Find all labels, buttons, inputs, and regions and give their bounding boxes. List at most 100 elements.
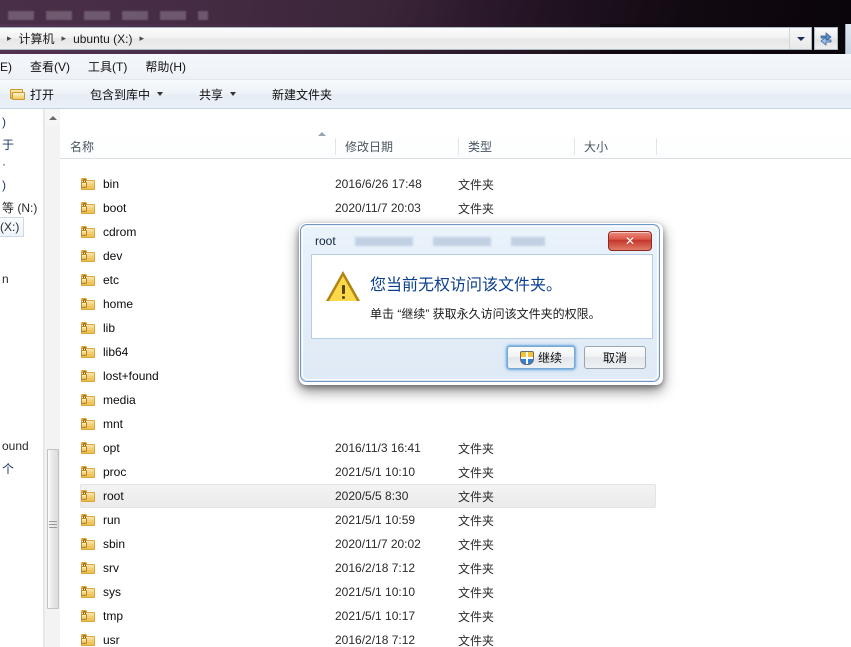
nav-item-4[interactable]: ) [2, 178, 6, 192]
cell-modified-date: 2021/5/1 10:17 [335, 609, 416, 623]
toolbar-open-button[interactable]: 打开 [0, 83, 64, 106]
file-name-label: proc [103, 465, 127, 479]
table-row[interactable]: tmp 2021/5/1 10:17 文件夹 [60, 604, 851, 628]
file-name-label: media [103, 393, 136, 407]
cell-type: 文件夹 [458, 561, 495, 576]
column-header-type[interactable]: 类型 [458, 134, 492, 158]
continue-button[interactable]: 继续 [507, 346, 575, 369]
column-divider-4[interactable] [656, 138, 657, 155]
file-name-label: home [103, 297, 134, 311]
cell-name: mnt [80, 416, 123, 432]
file-name-label: etc [103, 273, 120, 287]
file-name-label: tmp [103, 609, 124, 623]
scrollbar-thumb[interactable] [47, 449, 59, 609]
scrollbar-grip-icon [49, 521, 57, 528]
toolbar-new-folder-label: 新建文件夹 [272, 87, 333, 102]
column-divider-1[interactable] [335, 138, 336, 155]
column-header-name[interactable]: 名称 [60, 134, 94, 158]
cell-modified-date: 2020/5/5 8:30 [335, 489, 409, 503]
file-name-label: sbin [103, 537, 126, 551]
menu-item-help[interactable]: 帮助(H) [136, 55, 195, 78]
chevron-down-icon[interactable] [789, 28, 811, 49]
refresh-button[interactable] [814, 27, 838, 50]
cell-modified-date: 2020/11/7 20:03 [335, 201, 421, 215]
cell-name: proc [80, 464, 126, 480]
file-name-label: cdrom [103, 225, 137, 239]
column-header-date[interactable]: 修改日期 [335, 134, 393, 158]
cell-type: 文件夹 [458, 201, 495, 216]
cell-type: 文件夹 [458, 465, 495, 480]
screen: ▸ 计算机 ▸ ubuntu (X:) ▸ E) 查看(V) 工具(T) 帮助(… [0, 0, 851, 647]
file-name-label: srv [103, 561, 119, 575]
column-header-row: 名称 修改日期 类型 大小 [60, 134, 851, 159]
navigation-pane[interactable]: ) 于 · ) 等 (N:) (X:) n ound 个 [0, 109, 44, 647]
cell-name: root [80, 488, 124, 504]
table-row[interactable]: boot 2020/11/7 20:03 文件夹 [60, 196, 851, 220]
cell-modified-date: 2016/6/26 17:48 [335, 177, 422, 191]
table-row[interactable]: media [60, 388, 851, 412]
locked-folder-icon [80, 464, 96, 480]
close-icon[interactable]: ✕ [608, 231, 652, 251]
file-name-label: sys [103, 585, 121, 599]
menu-bar: E) 查看(V) 工具(T) 帮助(H) [0, 54, 851, 80]
locked-folder-icon [80, 632, 96, 647]
continue-button-label: 继续 [537, 351, 562, 365]
nav-item-2[interactable]: 于 [2, 136, 14, 153]
locked-folder-icon [80, 488, 96, 504]
cell-name: dev [80, 248, 122, 264]
cell-type: 文件夹 [458, 609, 495, 624]
table-row[interactable]: mnt [60, 412, 851, 436]
nav-item-1[interactable]: ) [2, 115, 6, 129]
toolbar-include-in-library-button[interactable]: 包含到库中 [80, 83, 173, 106]
table-row[interactable]: sbin 2020/11/7 20:02 文件夹 [60, 532, 851, 556]
column-divider-3[interactable] [574, 138, 575, 155]
toolbar-new-folder-button[interactable]: 新建文件夹 [262, 83, 342, 106]
breadcrumb-separator-1: ▸ [61, 33, 67, 43]
breadcrumb-item-computer[interactable]: 计算机 [17, 28, 57, 49]
table-row[interactable]: run 2021/5/1 10:59 文件夹 [60, 508, 851, 532]
table-row[interactable]: root 2020/5/5 8:30 文件夹 [60, 484, 851, 508]
cell-modified-date: 2016/2/18 7:12 [335, 561, 416, 575]
nav-item-8[interactable]: 个 [2, 460, 14, 477]
cell-name: boot [80, 200, 126, 216]
column-header-size[interactable]: 大小 [574, 134, 608, 158]
locked-folder-icon [80, 296, 96, 312]
breadcrumb-separator-trailing: ▸ [139, 33, 144, 43]
table-row[interactable]: srv 2016/2/18 7:12 文件夹 [60, 556, 851, 580]
navigation-pane-scrollbar[interactable] [44, 109, 61, 647]
chevron-down-icon [230, 92, 237, 96]
table-row[interactable]: bin 2016/6/26 17:48 文件夹 [60, 172, 851, 196]
nav-item-drive-x-selected[interactable]: (X:) [0, 217, 25, 237]
nav-item-3[interactable]: · [2, 157, 6, 171]
table-row[interactable]: opt 2016/11/3 16:41 文件夹 [60, 436, 851, 460]
toolbar-share-button[interactable]: 共享 [189, 83, 246, 106]
nav-item-6[interactable]: n [2, 272, 9, 286]
cancel-button[interactable]: 取消 [584, 346, 646, 369]
nav-item-drive-n[interactable]: 等 (N:) [2, 199, 37, 216]
menu-item-view[interactable]: 查看(V) [21, 55, 79, 78]
menu-item-edit-clipped[interactable]: E) [0, 57, 21, 77]
column-divider-2[interactable] [458, 138, 459, 155]
menu-item-tools[interactable]: 工具(T) [79, 55, 136, 78]
file-name-label: lib64 [103, 345, 129, 359]
locked-folder-icon [80, 176, 96, 192]
breadcrumb-separator-leading: ▸ [7, 33, 12, 43]
locked-folder-icon [80, 512, 96, 528]
toolbar-open-label: 打开 [30, 87, 55, 102]
breadcrumb-item-ubuntu-drive[interactable]: ubuntu (X:) [71, 30, 134, 48]
table-row[interactable]: usr 2016/2/18 7:12 文件夹 [60, 628, 851, 647]
locked-folder-icon [80, 416, 96, 432]
table-row[interactable]: sys 2021/5/1 10:10 文件夹 [60, 580, 851, 604]
cell-name: lib [80, 320, 115, 336]
address-bar[interactable]: ▸ 计算机 ▸ ubuntu (X:) ▸ [0, 27, 812, 50]
scroll-up-arrow-icon[interactable] [45, 109, 61, 126]
file-name-label: lost+found [103, 369, 159, 383]
cell-modified-date: 2021/5/1 10:10 [335, 465, 416, 479]
nav-item-lost-found[interactable]: ound [2, 439, 29, 453]
locked-folder-icon [80, 320, 96, 336]
locked-folder-icon [80, 248, 96, 264]
cell-name: cdrom [80, 224, 136, 240]
cell-name: srv [80, 560, 119, 576]
table-row[interactable]: proc 2021/5/1 10:10 文件夹 [60, 460, 851, 484]
locked-folder-icon [80, 608, 96, 624]
